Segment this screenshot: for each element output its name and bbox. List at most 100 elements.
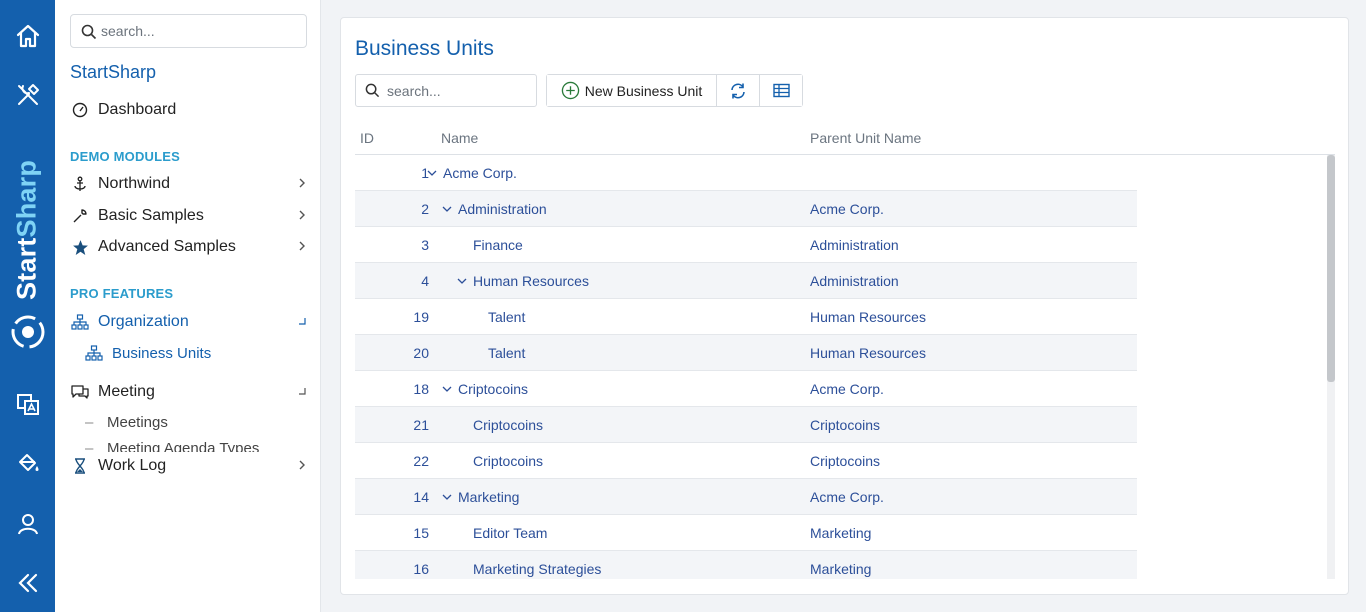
cell-id: 20 (413, 345, 429, 361)
icon-rail: StartSharp (0, 0, 55, 612)
cell-name[interactable]: Talent (488, 309, 525, 325)
column-picker-button[interactable] (760, 75, 802, 106)
table-row[interactable]: 16 Marketing Strategies Marketing (355, 551, 1137, 579)
nav-northwind[interactable]: Northwind (70, 171, 310, 197)
sidebar-search-input[interactable] (101, 21, 297, 41)
cell-name-text: Marketing Strategies (473, 561, 602, 577)
nav-work-log[interactable]: Work Log (70, 453, 310, 479)
refresh-button[interactable] (717, 75, 760, 106)
nav-meetings[interactable]: – Meetings (85, 411, 168, 433)
cell-id: 15 (413, 525, 429, 541)
cell-name-text: Talent (488, 345, 526, 361)
translate-icon[interactable] (0, 384, 55, 424)
cell-parent-unit[interactable]: Acme Corp. (810, 381, 884, 397)
cell-name[interactable]: Editor Team (473, 525, 547, 541)
cell-parent-unit[interactable]: Criptocoins (810, 453, 880, 469)
cell-name[interactable]: Criptocoins (439, 381, 528, 397)
wrench-icon (70, 206, 90, 226)
cell-id: 4 (421, 273, 429, 289)
table-row[interactable]: 22 Criptocoins Criptocoins (355, 443, 1137, 479)
cell-name[interactable]: Criptocoins (473, 453, 543, 469)
nav-business-units[interactable]: Business Units (85, 342, 211, 364)
search-icon (365, 83, 380, 98)
cell-parent-unit[interactable]: Acme Corp. (810, 489, 884, 505)
column-header-parent-unit-name[interactable]: Parent Unit Name (810, 130, 921, 146)
cell-parent-unit[interactable]: Acme Corp. (810, 201, 884, 217)
grid-body: 1 Acme Corp. 2 Administration Acme Corp. 3 Fin… (355, 155, 1137, 579)
cell-name[interactable]: Acme Corp. (424, 165, 517, 181)
chat-icon (70, 382, 90, 402)
user-icon[interactable] (0, 504, 55, 544)
nav-meetings-label: Meetings (107, 413, 168, 431)
table-row[interactable]: 15 Editor Team Marketing (355, 515, 1137, 551)
cell-parent-unit[interactable]: Criptocoins (810, 417, 880, 433)
cell-name[interactable]: Talent (488, 345, 525, 361)
cell-parent-unit[interactable]: Marketing (810, 561, 871, 577)
expand-toggle-icon[interactable] (439, 489, 455, 505)
table-row[interactable]: 20 Talent Human Resources (355, 335, 1137, 371)
table-row[interactable]: 4 Human Resources Administration (355, 263, 1137, 299)
cell-name[interactable]: Marketing Strategies (473, 561, 601, 577)
scrollbar-thumb[interactable] (1327, 155, 1335, 382)
table-row[interactable]: 1 Acme Corp. (355, 155, 1137, 191)
cell-id: 16 (413, 561, 429, 577)
section-demo-modules: DEMO MODULES (70, 149, 181, 164)
cell-id: 3 (421, 237, 429, 253)
cell-parent-unit[interactable]: Human Resources (810, 345, 926, 361)
nav-basic-samples[interactable]: Basic Samples (70, 203, 310, 229)
cell-parent-unit[interactable]: Marketing (810, 525, 871, 541)
cell-name[interactable]: Human Resources (454, 273, 589, 289)
cell-name[interactable]: Marketing (439, 489, 519, 505)
cell-id: 14 (413, 489, 429, 505)
nav-meeting-label: Meeting (98, 383, 155, 400)
table-row[interactable]: 2 Administration Acme Corp. (355, 191, 1137, 227)
vertical-scrollbar[interactable] (1327, 155, 1335, 579)
cell-name-text: Acme Corp. (443, 165, 517, 181)
chevron-right-icon (299, 460, 305, 470)
column-header-id[interactable]: ID (360, 130, 374, 146)
cell-name[interactable]: Criptocoins (473, 417, 543, 433)
cell-name[interactable]: Finance (473, 237, 523, 253)
table-row[interactable]: 3 Finance Administration (355, 227, 1137, 263)
cell-name-text: Finance (473, 237, 523, 253)
nav-advanced-samples[interactable]: Advanced Samples (70, 234, 310, 260)
table-row[interactable]: 21 Criptocoins Criptocoins (355, 407, 1137, 443)
grid-search-input[interactable] (387, 81, 527, 101)
nav-meeting-agenda-types[interactable]: – Meeting Agenda Types (85, 440, 259, 452)
expand-toggle-icon[interactable] (454, 273, 470, 289)
cell-name[interactable]: Administration (439, 201, 547, 217)
collapse-icon[interactable] (0, 563, 55, 603)
org-chart-icon (70, 312, 90, 332)
chevron-expanded-icon (299, 318, 306, 325)
anchor-icon (70, 174, 90, 194)
table-row[interactable]: 19 Talent Human Resources (355, 299, 1137, 335)
org-chart-icon (85, 345, 103, 361)
grid-search[interactable] (355, 74, 537, 107)
chevron-right-icon (299, 241, 305, 251)
nav-organization-label: Organization (98, 313, 189, 330)
cell-parent-unit[interactable]: Administration (810, 273, 899, 289)
home-icon[interactable] (0, 16, 55, 56)
expand-toggle-icon[interactable] (424, 165, 440, 181)
cell-id: 18 (413, 381, 429, 397)
table-row[interactable]: 18 Criptocoins Acme Corp. (355, 371, 1137, 407)
expand-toggle-icon[interactable] (439, 381, 455, 397)
cell-id: 22 (413, 453, 429, 469)
cell-name-text: Criptocoins (458, 381, 529, 397)
expand-toggle-icon[interactable] (439, 201, 455, 217)
sidebar-search[interactable] (70, 14, 307, 48)
nav-meeting[interactable]: Meeting (70, 379, 310, 405)
cell-parent-unit[interactable]: Administration (810, 237, 899, 253)
cell-name-text: Criptocoins (473, 453, 544, 469)
cell-name-text: Marketing (458, 489, 520, 505)
add-circle-icon (561, 81, 579, 100)
cell-parent-unit[interactable]: Human Resources (810, 309, 926, 325)
nav-dashboard[interactable]: Dashboard (70, 97, 310, 123)
paint-bucket-icon[interactable] (0, 443, 55, 483)
column-header-name[interactable]: Name (441, 130, 478, 146)
tools-icon[interactable] (0, 75, 55, 115)
new-business-unit-button[interactable]: New Business Unit (547, 75, 717, 106)
gauge-icon (70, 100, 90, 120)
nav-organization[interactable]: Organization (70, 309, 310, 335)
table-row[interactable]: 14 Marketing Acme Corp. (355, 479, 1137, 515)
